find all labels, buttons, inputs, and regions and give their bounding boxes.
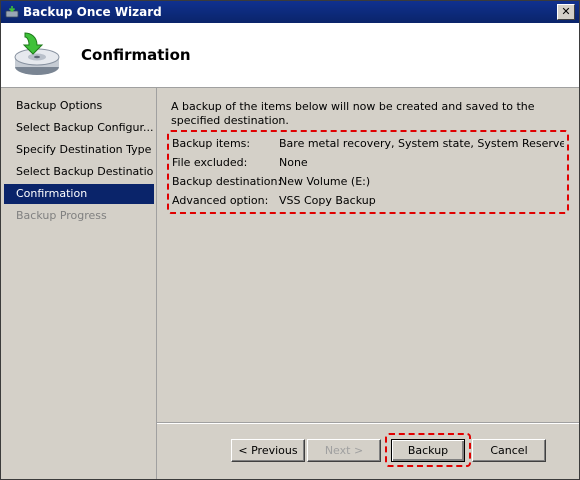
detail-row-backup-items: Backup items: Bare metal recovery, Syste… xyxy=(172,134,564,154)
sidebar-item-select-backup-configuration[interactable]: Select Backup Configur... xyxy=(4,118,154,138)
backup-drive-icon xyxy=(14,32,60,75)
backup-details-summary: Backup items: Bare metal recovery, Syste… xyxy=(167,130,569,214)
detail-row-backup-destination: Backup destination: New Volume (E:) xyxy=(172,172,564,192)
backup-button[interactable]: Backup xyxy=(391,439,465,462)
sidebar-item-backup-options[interactable]: Backup Options xyxy=(4,96,154,116)
detail-row-file-excluded: File excluded: None xyxy=(172,153,564,173)
previous-button[interactable]: < Previous xyxy=(231,439,305,462)
detail-label: Backup destination: xyxy=(172,175,282,188)
detail-label: Backup items: xyxy=(172,137,251,150)
page-title: Confirmation xyxy=(81,46,191,64)
footer-divider xyxy=(157,422,579,424)
intro-text: A backup of the items below will now be … xyxy=(171,100,535,127)
sidebar-item-confirmation[interactable]: Confirmation xyxy=(4,184,154,204)
sidebar-item-select-backup-destination[interactable]: Select Backup Destination xyxy=(4,162,154,182)
wizard-steps-sidebar: Backup Options Select Backup Configur...… xyxy=(1,88,157,479)
wizard-header: Confirmation xyxy=(1,23,579,88)
next-button: Next > xyxy=(307,439,381,462)
cancel-button[interactable]: Cancel xyxy=(472,439,546,462)
window-title: Backup Once Wizard xyxy=(23,5,162,19)
detail-value: VSS Copy Backup xyxy=(279,194,376,207)
detail-value: None xyxy=(279,156,308,169)
close-button[interactable]: ✕ xyxy=(557,4,575,20)
sidebar-item-backup-progress: Backup Progress xyxy=(16,209,107,222)
detail-value: Bare metal recovery, System state, Syste… xyxy=(279,137,564,150)
main-content: A backup of the items below will now be … xyxy=(157,88,579,421)
detail-value: New Volume (E:) xyxy=(279,175,371,188)
detail-row-advanced-option: Advanced option: VSS Copy Backup xyxy=(172,191,564,211)
backup-app-icon xyxy=(5,6,19,18)
wizard-window: Backup Once Wizard ✕ Confirmation Backup… xyxy=(0,0,580,480)
detail-label: File excluded: xyxy=(172,156,248,169)
sidebar-item-specify-destination-type[interactable]: Specify Destination Type xyxy=(4,140,154,160)
title-bar[interactable]: Backup Once Wizard ✕ xyxy=(1,1,579,23)
detail-label: Advanced option: xyxy=(172,194,269,207)
